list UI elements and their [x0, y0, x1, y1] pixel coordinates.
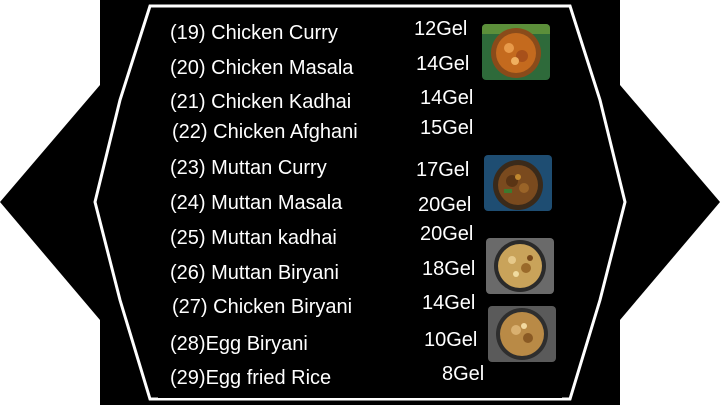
item-name: (23) Muttan Curry: [170, 157, 327, 179]
item-name: (25) Muttan kadhai: [170, 227, 337, 249]
item-name: (20) Chicken Masala: [170, 57, 354, 79]
chicken-biryani-photo-icon: [488, 306, 556, 362]
item-price: 20Gel: [420, 223, 474, 245]
item-name: (28)Egg Biryani: [170, 333, 308, 355]
item-name: (29)Egg fried Rice: [170, 367, 332, 389]
item-name: (22) Chicken Afghani: [172, 121, 358, 143]
item-price: 12Gel: [414, 18, 468, 40]
item-price: 10Gel: [424, 329, 478, 351]
item-name: (26) Muttan Biryani: [170, 262, 339, 284]
muttan-curry-photo-icon: [484, 155, 552, 211]
item-price: 20Gel: [418, 194, 472, 216]
item-price: 14Gel: [420, 87, 474, 109]
item-price: 14Gel: [416, 53, 470, 75]
item-name: (19) Chicken Curry: [170, 22, 338, 44]
item-name: (24) Muttan Masala: [170, 192, 343, 214]
item-price: 18Gel: [422, 258, 476, 280]
item-price: 15Gel: [420, 117, 474, 139]
item-name: (27) Chicken Biryani: [172, 296, 353, 318]
item-price: 17Gel: [416, 159, 470, 181]
item-price: 14Gel: [422, 292, 476, 314]
item-name: (21) Chicken Kadhai: [170, 91, 352, 113]
chicken-curry-photo-icon: [482, 24, 550, 80]
item-price: 8Gel: [442, 363, 485, 385]
biryani-photo-icon: [486, 238, 554, 294]
